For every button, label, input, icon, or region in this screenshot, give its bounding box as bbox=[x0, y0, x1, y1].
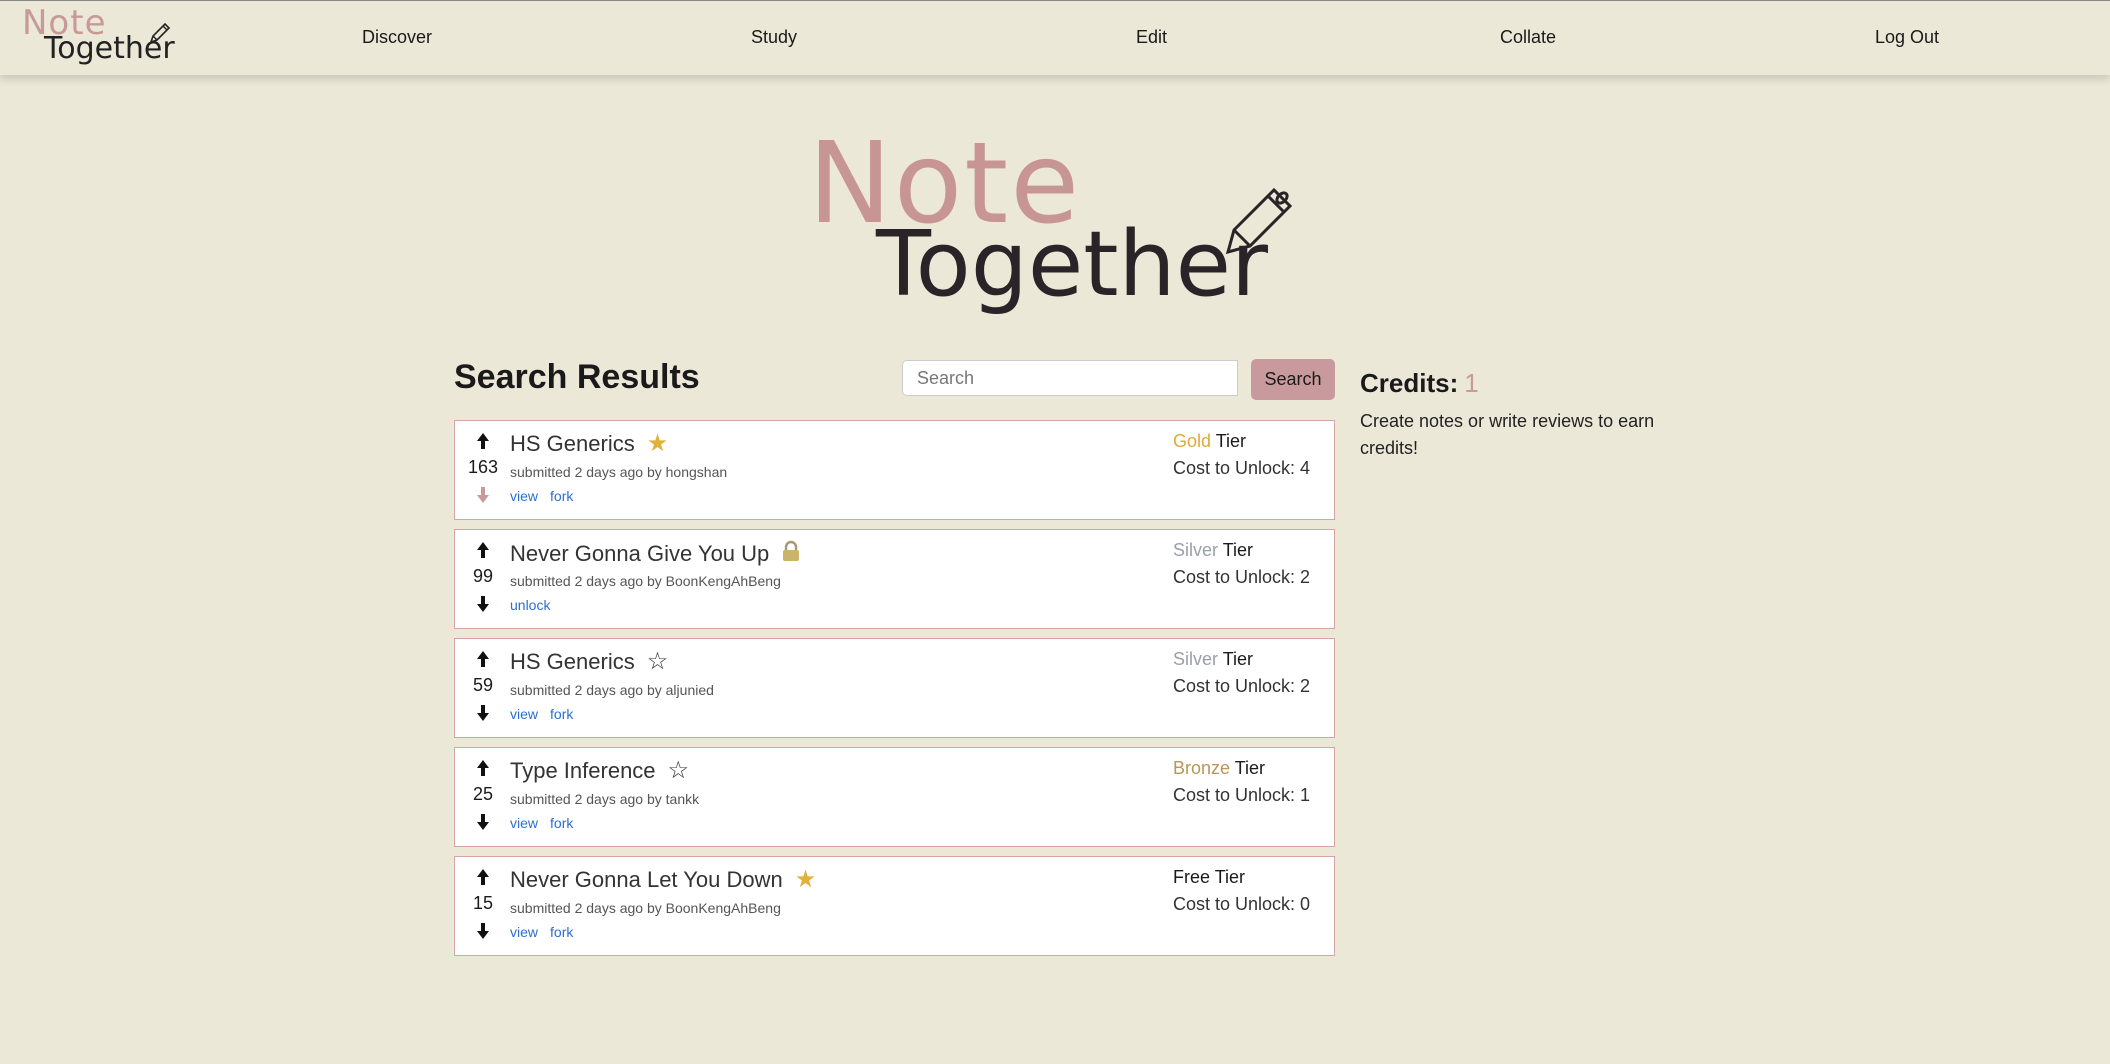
action-view-link[interactable]: view bbox=[510, 924, 538, 940]
vote-column: 25 bbox=[455, 748, 511, 846]
vote-score: 99 bbox=[472, 566, 494, 586]
vote-score: 15 bbox=[472, 893, 494, 913]
tier-name: Silver bbox=[1173, 649, 1219, 669]
tier-label: Bronze Tier bbox=[1173, 758, 1265, 779]
star-filled-icon[interactable]: ★ bbox=[647, 432, 669, 456]
action-fork-link[interactable]: fork bbox=[550, 815, 573, 831]
vote-column: 99 bbox=[455, 530, 511, 628]
result-title[interactable]: Type Inference bbox=[510, 758, 656, 784]
credits-label: Credits: bbox=[1360, 368, 1459, 398]
action-fork-link[interactable]: fork bbox=[550, 924, 573, 940]
result-meta: submitted 2 days ago by tankk bbox=[510, 791, 700, 807]
action-view-link[interactable]: view bbox=[510, 815, 538, 831]
tier-name: Bronze bbox=[1173, 758, 1231, 778]
result-card: 163 HS Generics ★ submitted 2 days ago by h… bbox=[454, 420, 1335, 520]
vote-score: 163 bbox=[467, 457, 499, 477]
upvote-arrow-icon[interactable] bbox=[469, 758, 497, 778]
tier-suffix: Tier bbox=[1230, 758, 1266, 778]
result-actions: unlock bbox=[510, 597, 562, 613]
downvote-arrow-icon[interactable] bbox=[469, 703, 497, 723]
result-actions: view fork bbox=[510, 706, 585, 722]
result-title[interactable]: HS Generics bbox=[510, 649, 635, 675]
result-card: 59 HS Generics ☆ submitted 2 days ago by al… bbox=[454, 638, 1335, 738]
nav-edit[interactable]: Edit bbox=[1136, 27, 1167, 48]
tier-name: Free bbox=[1173, 867, 1211, 887]
vote-column: 163 bbox=[455, 421, 511, 519]
search-button[interactable]: Search bbox=[1251, 359, 1335, 400]
tier-suffix: Tier bbox=[1218, 540, 1254, 560]
action-view-link[interactable]: view bbox=[510, 706, 538, 722]
tier-suffix: Tier bbox=[1218, 649, 1254, 669]
downvote-arrow-icon[interactable] bbox=[469, 921, 497, 941]
star-outline-icon[interactable]: ☆ bbox=[647, 650, 669, 674]
credits-value: 1 bbox=[1464, 368, 1479, 398]
result-card: 99 Never Gonna Give You Up submitted 2 day… bbox=[454, 529, 1335, 629]
downvote-arrow-icon[interactable] bbox=[469, 812, 497, 832]
result-meta: submitted 2 days ago by hongshan bbox=[510, 464, 728, 480]
vote-column: 59 bbox=[455, 639, 511, 737]
unlock-cost: Cost to Unlock: 0 bbox=[1173, 894, 1311, 914]
result-card: 25 Type Inference ☆ submitted 2 days ago by… bbox=[454, 747, 1335, 847]
result-title-line: Type Inference ☆ bbox=[510, 758, 689, 784]
unlock-cost: Cost to Unlock: 2 bbox=[1173, 567, 1311, 587]
downvote-arrow-icon[interactable] bbox=[469, 594, 497, 614]
credits-heading: Credits: 1 bbox=[1360, 368, 1479, 399]
tier-suffix: Tier bbox=[1210, 867, 1246, 887]
search-results-title: Search Results bbox=[454, 358, 700, 396]
result-title[interactable]: Never Gonna Let You Down bbox=[510, 867, 783, 893]
lock-icon bbox=[781, 540, 801, 567]
hero-logo: Note Together bbox=[808, 128, 1308, 328]
results-list: 163 HS Generics ★ submitted 2 days ago by h… bbox=[454, 420, 1335, 965]
tier-label: Silver Tier bbox=[1173, 540, 1253, 561]
tier-label: Silver Tier bbox=[1173, 649, 1253, 670]
star-filled-icon[interactable]: ★ bbox=[795, 868, 817, 892]
result-card: 15 Never Gonna Let You Down ★ submitted 2 d… bbox=[454, 856, 1335, 956]
nav-study[interactable]: Study bbox=[751, 27, 797, 48]
action-unlock-link[interactable]: unlock bbox=[510, 597, 550, 613]
result-title-line: HS Generics ★ bbox=[510, 431, 668, 457]
upvote-arrow-icon[interactable] bbox=[469, 431, 497, 451]
result-title[interactable]: Never Gonna Give You Up bbox=[510, 541, 769, 567]
result-actions: view fork bbox=[510, 815, 585, 831]
result-title-line: HS Generics ☆ bbox=[510, 649, 668, 675]
tier-label: Gold Tier bbox=[1173, 431, 1246, 452]
nav-collate[interactable]: Collate bbox=[1500, 27, 1556, 48]
unlock-cost: Cost to Unlock: 2 bbox=[1173, 676, 1311, 696]
pencil-icon bbox=[149, 22, 171, 44]
credits-note: Create notes or write reviews to earn cr… bbox=[1360, 411, 1655, 458]
tier-suffix: Tier bbox=[1211, 431, 1247, 451]
nav-logo[interactable]: Note Together bbox=[20, 3, 180, 69]
vote-score: 25 bbox=[472, 784, 494, 804]
search-input[interactable] bbox=[902, 360, 1238, 396]
result-actions: view fork bbox=[510, 488, 585, 504]
hero-together-text: Together bbox=[876, 212, 1268, 317]
tier-name: Silver bbox=[1173, 540, 1219, 560]
nav-discover[interactable]: Discover bbox=[362, 27, 432, 48]
action-fork-link[interactable]: fork bbox=[550, 488, 573, 504]
result-title[interactable]: HS Generics bbox=[510, 431, 635, 457]
upvote-arrow-icon[interactable] bbox=[469, 867, 497, 887]
vote-score: 59 bbox=[472, 675, 494, 695]
result-title-line: Never Gonna Give You Up bbox=[510, 540, 801, 567]
result-actions: view fork bbox=[510, 924, 585, 940]
downvote-arrow-icon[interactable] bbox=[469, 485, 497, 505]
pencil-icon bbox=[1225, 187, 1293, 255]
tier-name: Gold bbox=[1173, 431, 1212, 451]
tier-label: Free Tier bbox=[1173, 867, 1245, 888]
upvote-arrow-icon[interactable] bbox=[469, 649, 497, 669]
action-view-link[interactable]: view bbox=[510, 488, 538, 504]
upvote-arrow-icon[interactable] bbox=[469, 540, 497, 560]
unlock-cost: Cost to Unlock: 1 bbox=[1173, 785, 1311, 805]
result-meta: submitted 2 days ago by BoonKengAhBeng bbox=[510, 573, 781, 589]
result-meta: submitted 2 days ago by BoonKengAhBeng bbox=[510, 900, 781, 916]
star-outline-icon[interactable]: ☆ bbox=[668, 759, 690, 783]
nav-logout[interactable]: Log Out bbox=[1875, 27, 1939, 48]
vote-column: 15 bbox=[455, 857, 511, 955]
navbar: Note Together Discover Study Edit Collat… bbox=[0, 0, 2110, 75]
result-title-line: Never Gonna Let You Down ★ bbox=[510, 867, 816, 893]
unlock-cost: Cost to Unlock: 4 bbox=[1173, 458, 1311, 478]
result-meta: submitted 2 days ago by aljunied bbox=[510, 682, 714, 698]
action-fork-link[interactable]: fork bbox=[550, 706, 573, 722]
